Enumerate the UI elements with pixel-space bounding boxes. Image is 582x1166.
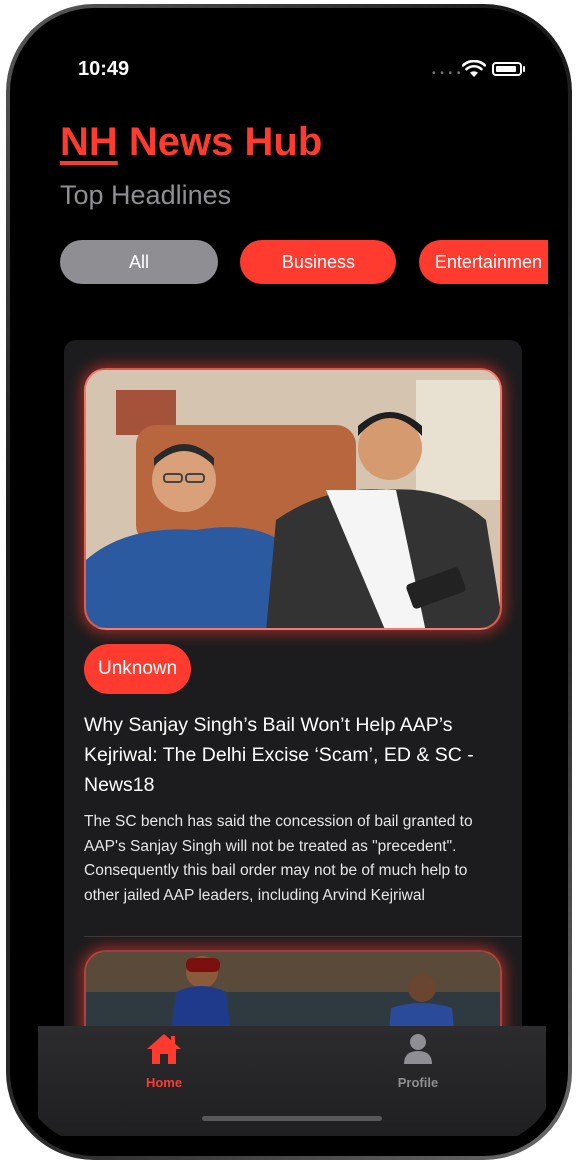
status-time: 10:49 [78,58,130,80]
app-title: NH News Hub [60,120,322,165]
article-headline[interactable]: Why Sanjay Singh’s Bail Won’t Help AAP’s… [84,710,504,800]
article-image[interactable] [84,368,502,630]
tab-home[interactable]: Home [104,1032,224,1090]
category-chip-entertainment[interactable]: Entertainmen [418,240,548,284]
article-photo [86,370,500,628]
category-chip-all[interactable]: All [60,240,218,284]
news-card[interactable]: Unknown Why Sanjay Singh’s Bail Won’t He… [64,340,522,1070]
home-indicator[interactable] [202,1116,382,1121]
source-badge: Unknown [84,644,192,694]
article-description: The SC bench has said the concession of … [84,813,473,904]
page-subtitle: Top Headlines [60,180,232,210]
phone-frame: 10:49 • • • • NH News Hub Top Headlines … [6,4,572,1160]
tab-profile-label: Profile [397,1075,439,1090]
card-divider [84,936,522,937]
app-name: News Hub [128,120,323,164]
category-chip-business[interactable]: Business [240,240,397,284]
cellular-signal-icon: • • • • [432,68,462,79]
battery-tip [523,66,525,72]
tab-home-label: Home [145,1075,183,1090]
app-logo: NH [60,120,118,164]
battery-icon [492,62,522,76]
status-bar: 10:49 • • • • [22,20,556,80]
category-chips: All Business Entertainmen [60,240,548,286]
wifi-icon [462,60,486,77]
app-screen: 10:49 • • • • NH News Hub Top Headlines … [22,20,556,1144]
phone-bezel: 10:49 • • • • NH News Hub Top Headlines … [10,8,568,1156]
tab-profile[interactable]: Profile [358,1032,478,1090]
profile-icon [404,1034,432,1064]
home-icon [147,1034,181,1064]
